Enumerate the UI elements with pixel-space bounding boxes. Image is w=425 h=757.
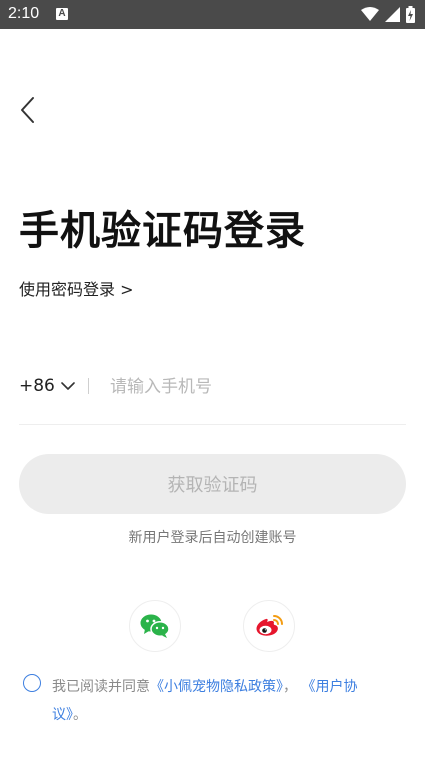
chevron-down-icon (61, 381, 75, 390)
country-code: +86 (19, 376, 55, 396)
weibo-icon (256, 615, 283, 636)
privacy-policy-link[interactable]: 《小佩宠物隐私政策》 (150, 679, 283, 695)
agreement-suffix: 。 (73, 707, 87, 723)
signal-icon (385, 6, 400, 22)
input-divider (88, 378, 89, 394)
page-title: 手机验证码登录 (19, 208, 306, 254)
status-time: 2:10 (8, 5, 40, 22)
battery-icon (406, 5, 415, 23)
wechat-login-button[interactable] (129, 600, 181, 652)
agreement-prefix: 我已阅读并同意 (52, 679, 150, 695)
phone-underline (19, 424, 406, 425)
notification-icon: A (56, 8, 68, 20)
wechat-icon (140, 614, 170, 638)
agreement-checkbox[interactable] (23, 674, 41, 692)
agreement-text: 我已阅读并同意《小佩宠物隐私政策》， 《用户协议》。 (52, 673, 387, 729)
new-user-hint: 新用户登录后自动创建账号 (128, 530, 297, 546)
agreement-separator: ， (283, 679, 297, 695)
status-bar: 2:10 A (0, 0, 425, 29)
chevron-left-icon (21, 97, 34, 123)
wifi-icon (361, 6, 379, 21)
get-code-button[interactable]: 获取验证码 (19, 454, 406, 514)
password-login-link[interactable]: 使用密码登录 > (19, 276, 134, 300)
status-icons (361, 5, 415, 23)
phone-input[interactable] (110, 374, 400, 400)
country-code-selector[interactable]: +86 (19, 376, 75, 396)
back-button[interactable] (14, 92, 44, 128)
weibo-login-button[interactable] (243, 600, 295, 652)
